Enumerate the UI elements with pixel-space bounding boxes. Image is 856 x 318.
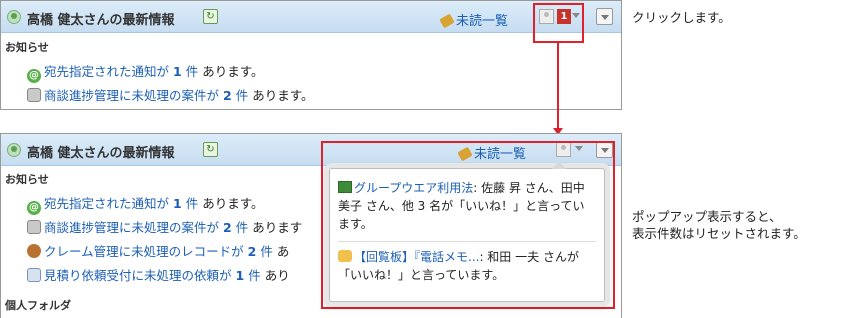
at-icon: @ bbox=[27, 201, 41, 215]
unread-list-label: 未読一覧 bbox=[456, 14, 509, 29]
callout-click: クリックします。 bbox=[632, 10, 731, 25]
notice-link[interactable]: クレーム管理に未処理のレコードが bbox=[44, 244, 244, 259]
notice-row: @ 宛先指定された通知が 1 件 あります。 bbox=[27, 61, 263, 83]
notice-row: 見積り依頼受付に未処理の依頼が 1 件 あり bbox=[27, 265, 290, 284]
notice-link[interactable]: 見積り依頼受付に未処理の依頼が bbox=[44, 268, 232, 283]
connector-arrow bbox=[553, 42, 563, 135]
tag-icon bbox=[439, 13, 455, 29]
panel-title: 高橋 健太さんの最新情報 bbox=[27, 146, 175, 161]
popup-item-link[interactable]: 【回覧板】『電話メモ... bbox=[354, 250, 479, 264]
notice-unit[interactable]: 件 bbox=[186, 64, 199, 79]
notice-row: @ 宛先指定された通知が 1 件 あります。 bbox=[27, 193, 263, 215]
popup-item: グループウエア利用法: 佐藤 昇 さん、田中 美子 さん、他 3 名が「いいね！… bbox=[338, 179, 596, 233]
notice-link[interactable]: 宛先指定された通知が bbox=[44, 64, 169, 79]
latest-info-panel-before: 高橋 健太さんの最新情報 ↻ 未読一覧 1 お知らせ @ 宛先指定された通知が 1… bbox=[0, 0, 622, 110]
refresh-icon[interactable]: ↻ bbox=[203, 9, 218, 24]
notice-suffix: あ bbox=[276, 244, 290, 259]
popup-item: 【回覧板】『電話メモ...: 和田 一夫 さんが「いいね！」と言っています。 bbox=[338, 248, 596, 284]
notice-count[interactable]: 2 bbox=[223, 88, 232, 103]
notice-count[interactable]: 1 bbox=[173, 196, 182, 211]
refresh-icon[interactable]: ↻ bbox=[203, 142, 218, 157]
user-icon bbox=[7, 10, 21, 24]
notice-link[interactable]: 商談進捗管理に未処理の案件が bbox=[44, 220, 219, 235]
groupware-icon bbox=[338, 181, 352, 193]
user-icon bbox=[7, 143, 21, 157]
section-notice-heading: お知らせ bbox=[5, 173, 49, 186]
callout-reset-line2: 表示件数はリセットされます。 bbox=[632, 226, 806, 241]
divider bbox=[338, 241, 596, 242]
at-icon: @ bbox=[27, 69, 41, 83]
notice-suffix: あり bbox=[264, 268, 290, 283]
notice-suffix: あります。 bbox=[252, 88, 314, 103]
notice-unit[interactable]: 件 bbox=[260, 244, 273, 259]
panel-header: 高橋 健太さんの最新情報 ↻ 未読一覧 1 bbox=[1, 1, 621, 33]
circular-board-icon bbox=[338, 250, 352, 262]
likes-popup: グループウエア利用法: 佐藤 昇 さん、田中 美子 さん、他 3 名が「いいね！… bbox=[329, 161, 605, 302]
notice-link[interactable]: 宛先指定された通知が bbox=[44, 196, 169, 211]
notice-row: クレーム管理に未処理のレコードが 2 件 あ bbox=[27, 241, 289, 260]
notice-count[interactable]: 2 bbox=[223, 220, 232, 235]
notice-count[interactable]: 1 bbox=[236, 268, 245, 283]
notice-count[interactable]: 1 bbox=[173, 64, 182, 79]
unread-list-link[interactable]: 未読一覧 bbox=[439, 10, 509, 29]
person-face-icon bbox=[27, 244, 41, 258]
notice-unit[interactable]: 件 bbox=[236, 220, 249, 235]
notice-unit[interactable]: 件 bbox=[186, 196, 199, 211]
notice-suffix: あります。 bbox=[202, 64, 264, 79]
briefcase-icon bbox=[27, 220, 41, 234]
notice-row: 商談進捗管理に未処理の案件が 2 件 あります bbox=[27, 217, 302, 236]
briefcase-icon bbox=[27, 88, 41, 102]
notice-link[interactable]: 商談進捗管理に未処理の案件が bbox=[44, 88, 219, 103]
notice-row: 商談進捗管理に未処理の案件が 2 件 あります。 bbox=[27, 85, 313, 104]
document-icon bbox=[27, 268, 41, 282]
section-personal-folder-heading: 個人フォルダ bbox=[5, 299, 71, 312]
callout-reset: ポップアップ表示すると、 表示件数はリセットされます。 bbox=[632, 208, 806, 242]
panel-title: 高橋 健太さんの最新情報 bbox=[27, 13, 175, 28]
click-highlight-box bbox=[533, 3, 584, 43]
section-notice-heading: お知らせ bbox=[5, 41, 49, 54]
popup-item-link[interactable]: グループウエア利用法 bbox=[354, 181, 473, 195]
notice-unit[interactable]: 件 bbox=[248, 268, 261, 283]
notice-suffix: あります。 bbox=[202, 196, 264, 211]
callout-reset-line1: ポップアップ表示すると、 bbox=[632, 209, 782, 224]
notice-unit[interactable]: 件 bbox=[236, 88, 249, 103]
panel-menu-button[interactable] bbox=[596, 8, 613, 25]
notice-count[interactable]: 2 bbox=[248, 244, 257, 259]
notice-suffix: あります bbox=[252, 220, 303, 235]
